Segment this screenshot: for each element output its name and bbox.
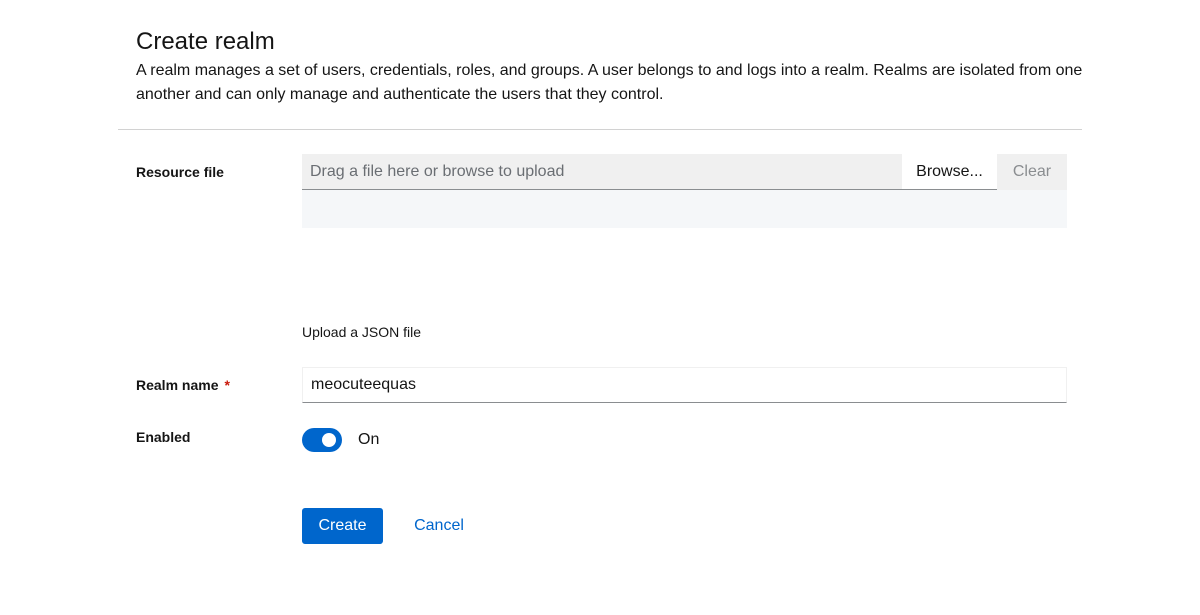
browse-button[interactable]: Browse... — [902, 154, 997, 190]
page-header: Create realm A realm manages a set of us… — [136, 28, 1086, 107]
page-title: Create realm — [136, 28, 275, 55]
realm-name-label: Realm name * — [136, 377, 230, 393]
create-button[interactable]: Create — [302, 508, 383, 544]
resource-file-helper-text: Upload a JSON file — [302, 324, 422, 340]
realm-name-label-text: Realm name — [136, 377, 219, 393]
resource-file-label: Resource file — [136, 164, 224, 180]
file-upload: Drag a file here or browse to upload Bro… — [302, 154, 1067, 190]
enabled-state-label: On — [358, 431, 380, 448]
switch-knob — [322, 433, 336, 447]
file-content-area[interactable] — [302, 190, 1067, 228]
realm-name-input[interactable] — [302, 367, 1067, 403]
file-drop-input[interactable]: Drag a file here or browse to upload — [302, 154, 902, 190]
create-realm-page: Create realm A realm manages a set of us… — [0, 0, 1200, 615]
enabled-switch[interactable] — [302, 428, 342, 452]
header-divider — [118, 129, 1082, 130]
clear-button[interactable]: Clear — [997, 154, 1067, 190]
page-description: A realm manages a set of users, credenti… — [136, 62, 1083, 103]
enabled-label: Enabled — [136, 429, 191, 445]
cancel-button[interactable]: Cancel — [399, 508, 479, 544]
required-marker: * — [224, 377, 230, 393]
